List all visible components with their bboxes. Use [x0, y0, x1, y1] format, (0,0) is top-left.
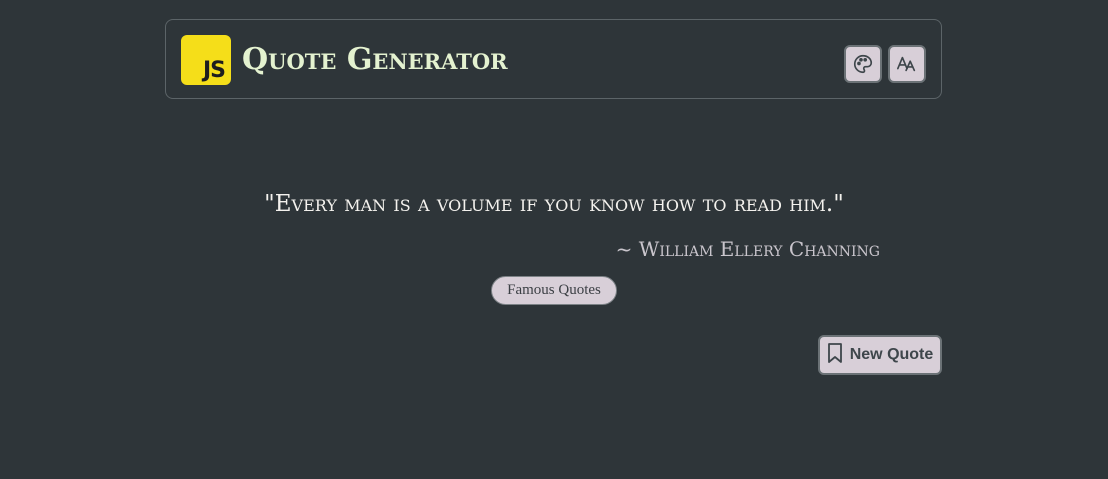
page-title: Quote Generator — [242, 42, 508, 77]
font-size-icon — [896, 53, 918, 75]
palette-icon — [852, 53, 874, 75]
font-size-button[interactable] — [888, 45, 926, 83]
bookmark-icon — [827, 342, 843, 369]
logo-text: JS — [202, 58, 226, 83]
new-quote-button[interactable]: New Quote — [818, 335, 942, 375]
new-quote-label: New Quote — [849, 346, 934, 363]
quote-author: ~ William Ellery Channing — [615, 237, 880, 261]
tag-label: Famous Quotes — [507, 282, 601, 298]
theme-button[interactable] — [844, 45, 882, 83]
quote-text: "Every man is a volume if you know how t… — [264, 191, 844, 217]
quote-category-tag[interactable]: Famous Quotes — [491, 276, 617, 305]
js-logo: JS — [181, 35, 231, 85]
app-header: JS Quote Generator — [165, 19, 942, 99]
